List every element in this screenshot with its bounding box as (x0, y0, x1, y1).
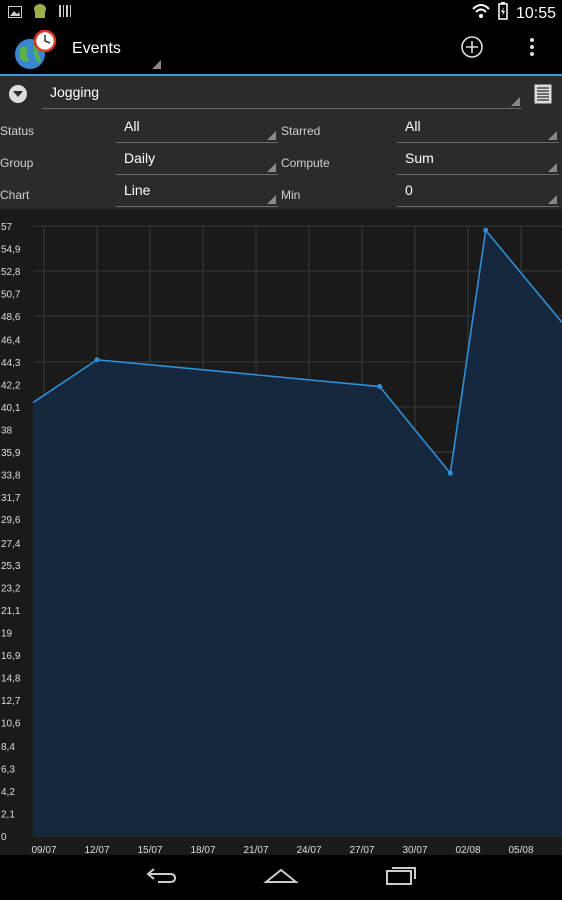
compute-select-arrow-icon (548, 163, 557, 172)
y-tick-label: 0 (1, 832, 7, 843)
starred-select-value: All (405, 118, 421, 134)
chart-label: Chart (0, 188, 30, 202)
home-button[interactable] (261, 863, 301, 891)
min-select-value: 0 (405, 182, 413, 198)
android-notification-icon (32, 3, 48, 24)
barcode-notification-icon (58, 4, 72, 23)
y-tick-label: 50,7 (1, 289, 21, 300)
min-select-arrow-icon (548, 195, 557, 204)
chevron-down-circle-icon (8, 85, 28, 108)
navigation-bar (0, 855, 562, 900)
x-tick-label: 02/08 (455, 845, 480, 855)
list-icon (534, 84, 552, 108)
wifi-icon (472, 4, 490, 23)
status-bar: 10:55 (0, 0, 562, 24)
y-tick-label: 35,9 (1, 448, 21, 459)
action-bar: Events (0, 24, 562, 76)
x-tick-label: 15/07 (137, 845, 162, 855)
battery-charging-icon (498, 2, 508, 25)
plus-circle-icon (460, 35, 484, 64)
y-tick-label: 8,4 (1, 742, 15, 753)
chart-type-select[interactable]: Line (116, 180, 278, 207)
recent-apps-button[interactable] (381, 863, 421, 891)
back-button[interactable] (141, 863, 181, 891)
gallery-notification-icon (8, 5, 22, 23)
group-label: Group (0, 156, 34, 170)
x-tick-label: 24/07 (296, 845, 321, 855)
y-tick-label: 25,3 (1, 561, 21, 572)
compute-select[interactable]: Sum (397, 148, 559, 175)
x-tick-label: 05/08 (508, 845, 533, 855)
recent-apps-icon (385, 864, 417, 891)
filters-panel: Jogging Status All Starred All Group Dai… (0, 76, 562, 209)
x-tick-label: 21/07 (243, 845, 268, 855)
y-tick-label: 10,6 (1, 719, 21, 730)
app-title[interactable]: Events (72, 40, 121, 58)
y-tick-label: 44,3 (1, 358, 21, 369)
data-point (94, 357, 100, 363)
starred-select-arrow-icon (548, 131, 557, 140)
group-select-arrow-icon (267, 163, 276, 172)
starred-label: Starred (281, 124, 321, 138)
chart-canvas[interactable]: 57 54,9 52,8 50,7 48,6 46,4 44,3 42,2 40,1 38 35,9… (0, 209, 562, 856)
y-tick-label: 12,7 (1, 696, 21, 707)
home-icon (263, 865, 299, 890)
min-label: Min (281, 188, 301, 202)
x-tick-label: 12/07 (84, 845, 109, 855)
y-tick-label: 38 (1, 425, 13, 436)
event-select-value: Jogging (50, 84, 100, 100)
y-tick-label: 52,8 (1, 267, 21, 278)
y-tick-label: 57 (1, 222, 13, 233)
x-tick-label: 27/07 (349, 845, 374, 855)
status-select-arrow-icon (267, 131, 276, 140)
list-view-button[interactable] (534, 84, 552, 109)
back-arrow-icon (144, 865, 178, 890)
title-dropdown-arrow-icon[interactable] (152, 60, 161, 69)
status-label: Status (0, 124, 35, 138)
series-area (33, 230, 562, 836)
data-point (483, 227, 489, 233)
y-tick-label: 21,1 (1, 606, 21, 617)
min-select[interactable]: 0 (397, 180, 559, 207)
data-point (447, 470, 453, 476)
y-tick-label: 2,1 (1, 810, 15, 821)
y-tick-label: 19 (1, 629, 13, 640)
y-tick-label: 4,2 (1, 787, 15, 798)
y-tick-label: 14,8 (1, 674, 21, 685)
app-logo-icon[interactable] (12, 29, 58, 70)
compute-select-value: Sum (405, 150, 434, 166)
y-tick-label: 48,6 (1, 312, 21, 323)
y-tick-label: 6,3 (1, 765, 15, 776)
starred-select[interactable]: All (397, 116, 559, 143)
y-tick-label: 23,2 (1, 584, 21, 595)
x-tick-label: 18/07 (190, 845, 215, 855)
more-vertical-icon (529, 37, 535, 62)
x-tick-label: 09/07 (31, 845, 56, 855)
event-select-arrow-icon (511, 97, 520, 106)
status-select-value: All (124, 118, 140, 134)
event-select[interactable]: Jogging (42, 82, 522, 109)
group-select[interactable]: Daily (116, 148, 278, 175)
data-point (377, 384, 383, 390)
y-tick-label: 31,7 (1, 493, 21, 504)
overflow-menu-button[interactable] (517, 34, 547, 64)
y-tick-label: 27,4 (1, 539, 21, 550)
y-tick-label: 33,8 (1, 470, 21, 481)
compute-label: Compute (281, 156, 330, 170)
y-tick-label: 40,1 (1, 403, 21, 414)
status-select[interactable]: All (116, 116, 278, 143)
events-chart[interactable]: 57 54,9 52,8 50,7 48,6 46,4 44,3 42,2 40,1 38 35,9… (0, 209, 562, 856)
collapse-filters-button[interactable] (8, 84, 28, 109)
y-tick-label: 16,9 (1, 651, 21, 662)
add-event-button[interactable] (457, 34, 487, 64)
status-clock: 10:55 (515, 4, 556, 22)
x-tick-label: 30/07 (402, 845, 427, 855)
chart-type-select-arrow-icon (267, 195, 276, 204)
y-tick-label: 29,6 (1, 515, 21, 526)
chart-type-select-value: Line (124, 182, 151, 198)
y-tick-label: 54,9 (1, 244, 21, 255)
group-select-value: Daily (124, 150, 156, 166)
y-tick-label: 46,4 (1, 335, 21, 346)
y-tick-label: 42,2 (1, 380, 21, 391)
